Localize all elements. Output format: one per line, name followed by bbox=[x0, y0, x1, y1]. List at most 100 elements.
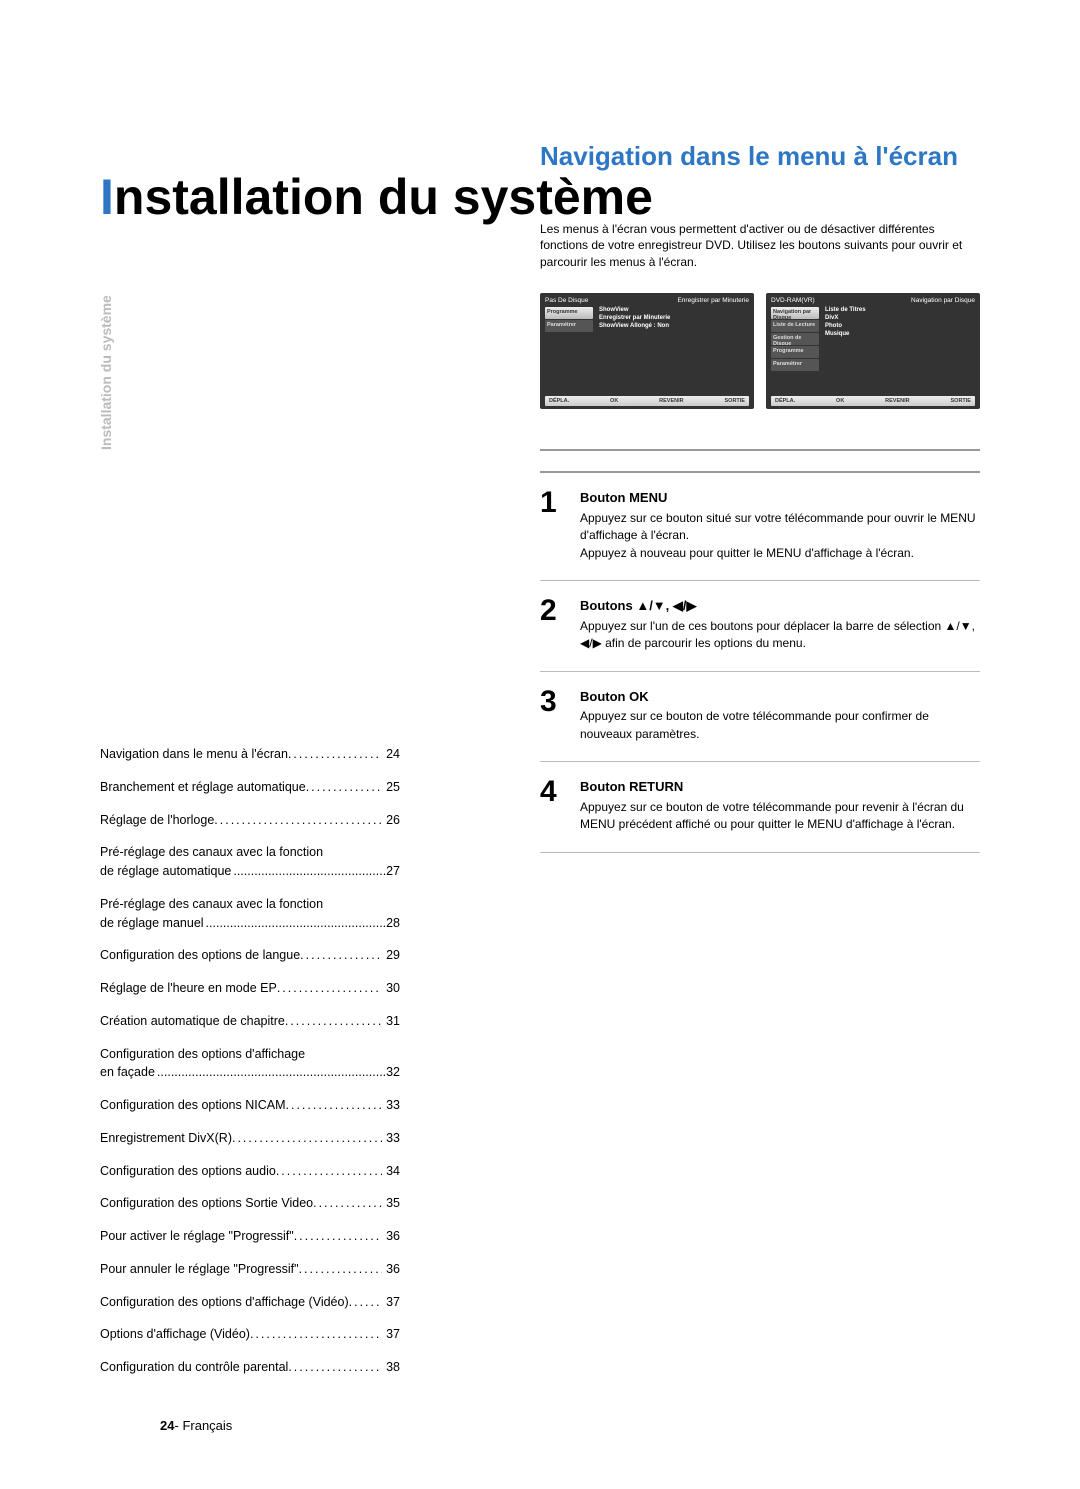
toc-row: Réglage de l'horloge26 bbox=[100, 811, 400, 830]
toc-text: Réglage de l'horloge bbox=[100, 811, 382, 830]
toc-page: 24 bbox=[382, 745, 400, 764]
osd-footer-item: REVENIR bbox=[659, 398, 683, 404]
toc-page: 38 bbox=[382, 1358, 400, 1377]
toc-row: Options d'affichage (Vidéo)37 bbox=[100, 1325, 400, 1344]
table-of-contents: Navigation dans le menu à l'écran24Branc… bbox=[100, 745, 400, 1377]
toc-page: 36 bbox=[382, 1260, 400, 1279]
toc-text: Configuration des options Sortie Video bbox=[100, 1194, 382, 1213]
screenshots-row: Pas De Disque Enregistrer par Minuterie … bbox=[540, 293, 980, 409]
toc-row: Enregistrement DivX(R)33 bbox=[100, 1129, 400, 1148]
osd-header-left: Pas De Disque bbox=[545, 297, 588, 304]
toc-row: Configuration des options NICAM33 bbox=[100, 1096, 400, 1115]
osd-list-item: ShowView Allongé : Non bbox=[599, 323, 749, 329]
toc-text: Configuration des options de langue bbox=[100, 946, 382, 965]
toc-page: 29 bbox=[382, 946, 400, 965]
step-number: 2 bbox=[540, 597, 570, 653]
toc-page: 36 bbox=[382, 1227, 400, 1246]
osd-footer-item: SORTIE bbox=[951, 398, 971, 404]
step: 1Bouton MENUAppuyez sur ce bouton situé … bbox=[540, 471, 980, 581]
toc-row: Configuration des options Sortie Video35 bbox=[100, 1194, 400, 1213]
step: 3Bouton OKAppuyez sur ce bouton de votre… bbox=[540, 672, 980, 763]
toc-text: Navigation dans le menu à l'écran bbox=[100, 745, 382, 764]
osd-list-item: ShowView bbox=[599, 307, 749, 313]
step-title: Boutons ▲/▼, ◀/▶ bbox=[580, 597, 980, 616]
osd-tab: Programme bbox=[545, 307, 593, 319]
osd-footer-item: OK bbox=[610, 398, 618, 404]
toc-page: 33 bbox=[382, 1129, 400, 1148]
osd-left-list: ShowView Enregistrer par Minuterie ShowVie… bbox=[593, 307, 749, 387]
page-language: Français bbox=[182, 1418, 232, 1433]
toc-text: Pour annuler le réglage "Progressif" bbox=[100, 1260, 382, 1279]
osd-footer-item: DÉPLA. bbox=[775, 398, 795, 404]
step-body: Bouton OKAppuyez sur ce bouton de votre … bbox=[580, 688, 980, 744]
osd-right-tabs: Navigation par DisqueListe de LectureGes… bbox=[771, 307, 819, 387]
osd-header-left: DVD-RAM(VR) bbox=[771, 297, 815, 304]
toc-page: 26 bbox=[382, 811, 400, 830]
step-body: Bouton RETURNAppuyez sur ce bouton de vo… bbox=[580, 778, 980, 834]
section-heading: Navigation dans le menu à l'écran bbox=[540, 140, 980, 173]
osd-footer-item: REVENIR bbox=[885, 398, 909, 404]
toc-row: Réglage de l'heure en mode EP30 bbox=[100, 979, 400, 998]
step-title: Bouton OK bbox=[580, 688, 980, 707]
toc-row: Pré-réglage des canaux avec la fonctiond… bbox=[100, 843, 400, 881]
page-footer: 24- Français bbox=[160, 1418, 232, 1433]
toc-row: Création automatique de chapitre31 bbox=[100, 1012, 400, 1031]
toc-text: Pour activer le réglage "Progressif" bbox=[100, 1227, 382, 1246]
toc-page: 37 bbox=[382, 1325, 400, 1344]
toc-text: Configuration des options audio bbox=[100, 1162, 382, 1181]
osd-list-item: Photo bbox=[825, 323, 975, 329]
step-number: 4 bbox=[540, 778, 570, 834]
intro-paragraph: Les menus à l'écran vous permettent d'ac… bbox=[540, 221, 980, 271]
osd-footer: DÉPLA. OK REVENIR SORTIE bbox=[771, 396, 975, 406]
toc-text: Configuration du contrôle parental bbox=[100, 1358, 382, 1377]
step-title: Bouton MENU bbox=[580, 489, 980, 508]
toc-text: Configuration des options NICAM bbox=[100, 1096, 382, 1115]
toc-row: Pré-réglage des canaux avec la fonctiond… bbox=[100, 895, 400, 933]
osd-tab: Programme bbox=[771, 346, 819, 358]
osd-footer-item: DÉPLA. bbox=[549, 398, 569, 404]
toc-text: Options d'affichage (Vidéo) bbox=[100, 1325, 382, 1344]
toc-text: Création automatique de chapitre bbox=[100, 1012, 382, 1031]
osd-list-item: Musique bbox=[825, 331, 975, 337]
osd-footer-item: OK bbox=[836, 398, 844, 404]
step: 4Bouton RETURNAppuyez sur ce bouton de v… bbox=[540, 762, 980, 853]
toc-row: Configuration des options d'affichage (V… bbox=[100, 1293, 400, 1312]
steps-divider bbox=[540, 449, 980, 451]
toc-row: Navigation dans le menu à l'écran24 bbox=[100, 745, 400, 764]
osd-list-item: Enregistrer par Minuterie bbox=[599, 315, 749, 321]
osd-screenshot-left: Pas De Disque Enregistrer par Minuterie … bbox=[540, 293, 754, 409]
osd-tab: Gestion de Disque bbox=[771, 333, 819, 345]
osd-footer-item: SORTIE bbox=[725, 398, 745, 404]
toc-row: Configuration des options d'affichageen … bbox=[100, 1045, 400, 1083]
toc-page: 33 bbox=[382, 1096, 400, 1115]
toc-page: 28 bbox=[386, 914, 400, 933]
toc-page: 25 bbox=[382, 778, 400, 797]
osd-footer: DÉPLA. OK REVENIR SORTIE bbox=[545, 396, 749, 406]
toc-row: Configuration du contrôle parental38 bbox=[100, 1358, 400, 1377]
toc-page: 31 bbox=[382, 1012, 400, 1031]
toc-text: Enregistrement DivX(R) bbox=[100, 1129, 382, 1148]
steps-list: 1Bouton MENUAppuyez sur ce bouton situé … bbox=[540, 471, 980, 853]
toc-page: 32 bbox=[386, 1063, 400, 1082]
osd-screenshot-right: DVD-RAM(VR) Navigation par Disque Naviga… bbox=[766, 293, 980, 409]
page: Installation du système Installation du … bbox=[0, 0, 1080, 1489]
toc-row: Pour activer le réglage "Progressif"36 bbox=[100, 1227, 400, 1246]
step-number: 1 bbox=[540, 489, 570, 562]
osd-list-item: Liste de Titres bbox=[825, 307, 975, 313]
step-body: Bouton MENUAppuyez sur ce bouton situé s… bbox=[580, 489, 980, 562]
osd-right-list: Liste de TitresDivXPhotoMusique bbox=[819, 307, 975, 387]
step-body: Boutons ▲/▼, ◀/▶Appuyez sur l'un de ces … bbox=[580, 597, 980, 653]
toc-page: 35 bbox=[382, 1194, 400, 1213]
osd-tab: Paramétrer bbox=[771, 359, 819, 371]
osd-tab: Navigation par Disque bbox=[771, 307, 819, 319]
toc-page: 27 bbox=[386, 862, 400, 881]
toc-row: Configuration des options audio34 bbox=[100, 1162, 400, 1181]
toc-text: Configuration des options d'affichage (V… bbox=[100, 1293, 382, 1312]
osd-tab: Liste de Lecture bbox=[771, 320, 819, 332]
toc-text: Réglage de l'heure en mode EP bbox=[100, 979, 382, 998]
osd-header-right: Enregistrer par Minuterie bbox=[677, 297, 749, 304]
sidebar-tab-label: Installation du système bbox=[98, 295, 114, 450]
step: 2Boutons ▲/▼, ◀/▶Appuyez sur l'un de ces… bbox=[540, 581, 980, 672]
page-sep: - bbox=[174, 1418, 178, 1433]
toc-row: Configuration des options de langue29 bbox=[100, 946, 400, 965]
